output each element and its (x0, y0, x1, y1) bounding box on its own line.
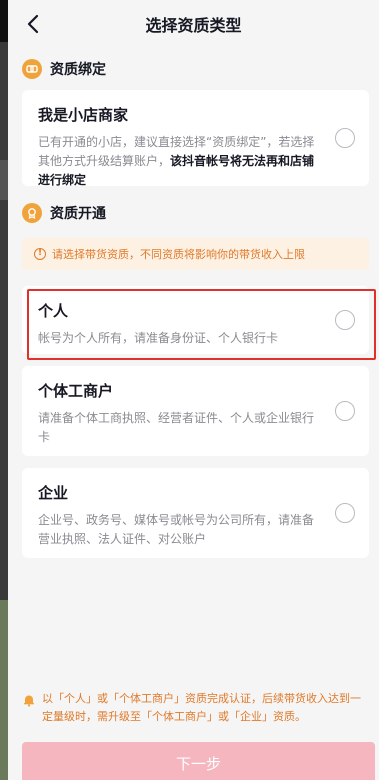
background-block (0, 600, 8, 780)
footer-note: 以「个人」或「个体工商户」资质完成认证，后续带货收入达到一定量级时，需升级至「个… (22, 690, 369, 726)
back-arrow-icon[interactable] (22, 12, 46, 36)
open-section-header: 资质开通 (8, 198, 379, 228)
qualification-sheet: 选择资质类型 资质绑定 我是小店商家 已有开通的小店，建议直接选择“资质绑定”，… (8, 0, 379, 780)
option-description: 请准备个体工商执照、经营者证件、个人或企业银行卡 (38, 411, 315, 444)
section-title: 资质开通 (50, 206, 106, 222)
binding-section-header: 资质绑定 (8, 54, 379, 84)
background-page (0, 0, 8, 780)
background-block (0, 160, 8, 200)
option-description: 帐号为个人所有，请准备身份证、个人银行卡 (38, 331, 279, 345)
card-title: 我是小店商家 (38, 106, 129, 124)
notice-text: 请选择带货资质，不同资质将影响你的带货收入上限 (52, 248, 305, 261)
bell-icon (24, 695, 34, 707)
option-enterprise[interactable]: 企业 企业号、政务号、媒体号或帐号为公司所有，请准备营业执照、法人证件、对公账户 (22, 468, 369, 558)
option-description: 企业号、政务号、媒体号或帐号为公司所有，请准备营业执照、法人证件、对公账户 (38, 513, 315, 546)
info-icon: ! (34, 248, 46, 260)
radio-button[interactable] (335, 128, 355, 148)
radio-button[interactable] (335, 401, 355, 421)
section-title: 资质绑定 (50, 62, 106, 78)
option-individual-business[interactable]: 个体工商户 请准备个体工商执照、经营者证件、个人或企业银行卡 (22, 366, 369, 456)
notice-banner: ! 请选择带货资质，不同资质将影响你的带货收入上限 (22, 238, 369, 270)
footer-note-text: 以「个人」或「个体工商户」资质完成认证，后续带货收入达到一定量级时，需升级至「个… (42, 692, 361, 723)
shop-merchant-card[interactable]: 我是小店商家 已有开通的小店，建议直接选择“资质绑定”，若选择其他方式升级结算账… (22, 90, 369, 187)
option-title: 个体工商户 (38, 382, 114, 400)
page-title: 选择资质类型 (145, 16, 242, 35)
next-step-button[interactable]: 下一步 (22, 742, 375, 780)
link-icon (22, 59, 42, 79)
badge-icon (22, 203, 42, 223)
card-description: 已有开通的小店，建议直接选择“资质绑定”，若选择其他方式升级结算账户，该抖音帐号… (38, 135, 315, 187)
background-block (0, 0, 8, 42)
option-individual[interactable]: 个人 帐号为个人所有，请准备身份证、个人银行卡 (22, 286, 369, 354)
radio-button[interactable] (335, 310, 355, 330)
nav-bar: 选择资质类型 (8, 0, 379, 48)
option-title: 个人 (38, 302, 69, 320)
option-title: 企业 (38, 484, 69, 502)
radio-button[interactable] (335, 503, 355, 523)
